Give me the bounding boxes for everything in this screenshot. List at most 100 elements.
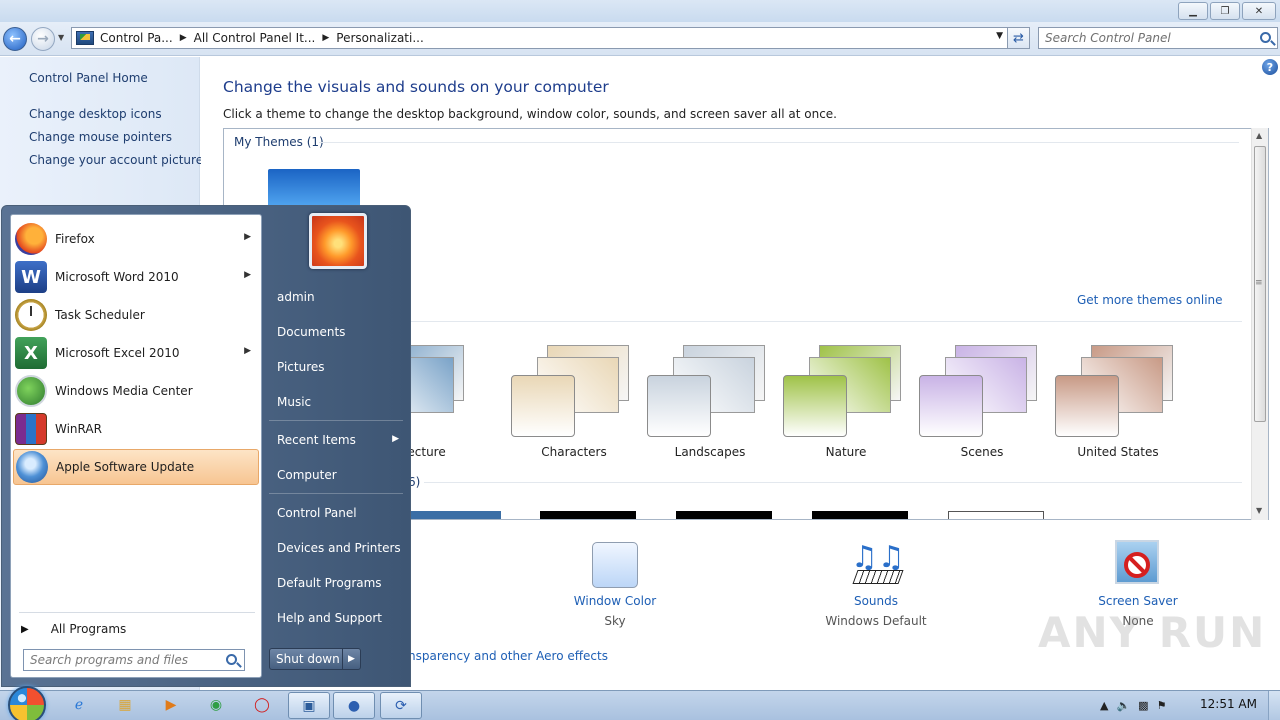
submenu-arrow-icon[interactable]: ▶ <box>244 270 251 280</box>
start-item-control-panel[interactable]: Control Panel <box>263 497 409 529</box>
breadcrumb-all-items[interactable]: All Control Panel It... <box>194 31 316 45</box>
get-more-themes-link[interactable]: Get more themes online <box>1077 293 1223 307</box>
basic-theme-thumbnail[interactable] <box>676 511 772 519</box>
search-input[interactable] <box>1045 31 1255 45</box>
start-item-devices-printers[interactable]: Devices and Printers <box>263 532 409 564</box>
theme-name: Scenes <box>960 445 1004 459</box>
change-desktop-icons-link[interactable]: Change desktop icons <box>29 107 162 121</box>
chrome-icon[interactable]: ◉ <box>204 694 228 716</box>
window-color-icon[interactable] <box>592 542 638 588</box>
scroll-down-icon[interactable]: ▼ <box>1256 506 1262 515</box>
start-item-default-programs[interactable]: Default Programs <box>263 567 409 599</box>
theme-characters[interactable]: Characters <box>511 343 641 473</box>
control-panel-taskbar-button[interactable]: ▣ <box>288 692 330 719</box>
media-player-icon[interactable]: ▶ <box>159 694 183 716</box>
submenu-arrow-icon[interactable]: ▶ <box>244 232 251 242</box>
start-item-recent-items[interactable]: Recent Items ▶ <box>263 424 409 456</box>
sounds-icon[interactable]: ♫♫ <box>851 540 905 588</box>
basic-theme-thumbnail[interactable] <box>812 511 908 519</box>
chevron-right-icon[interactable]: ▶ <box>180 33 187 43</box>
shutdown-button[interactable]: Shut down ▶ <box>269 648 361 670</box>
divider <box>19 612 255 613</box>
show-desktop-button[interactable] <box>1268 691 1280 720</box>
search-icon[interactable] <box>226 654 237 665</box>
recent-pages-dropdown-icon[interactable]: ▼ <box>58 33 64 42</box>
start-search-input[interactable] <box>30 653 222 667</box>
program-word[interactable]: W Microsoft Word 2010 ▶ <box>13 259 259 295</box>
shutdown-options-icon[interactable]: ▶ <box>342 649 360 669</box>
close-button[interactable]: ✕ <box>1242 2 1276 20</box>
sounds-link[interactable]: Sounds <box>796 594 956 608</box>
theme-nature[interactable]: Nature <box>783 343 913 473</box>
volume-icon[interactable]: 🔈 <box>1116 699 1130 712</box>
help-icon[interactable]: ? <box>1262 59 1278 75</box>
network-icon[interactable]: ▩ <box>1138 699 1148 712</box>
minimize-button[interactable]: ▁ <box>1178 2 1208 20</box>
forward-button[interactable]: → <box>31 27 55 51</box>
back-button[interactable]: ← <box>3 27 27 51</box>
basic-theme-thumbnail[interactable] <box>540 511 636 519</box>
show-hidden-icons-icon[interactable]: ▲ <box>1100 699 1108 712</box>
sync-taskbar-button[interactable]: ⟳ <box>380 692 422 719</box>
my-themes-header[interactable]: My Themes (1) <box>234 135 324 149</box>
start-item-help-support[interactable]: Help and Support <box>263 602 409 634</box>
control-panel-icon <box>76 31 94 45</box>
excel-icon: X <box>15 337 47 369</box>
start-item-admin[interactable]: admin <box>263 281 409 313</box>
basic-theme-thumbnail[interactable] <box>405 511 501 519</box>
theme-color-swatch <box>511 375 575 437</box>
program-task-scheduler[interactable]: Task Scheduler <box>13 297 259 333</box>
program-label: Apple Software Update <box>56 460 195 474</box>
basic-theme-thumbnail[interactable] <box>948 511 1044 519</box>
start-menu: Firefox ▶ W Microsoft Word 2010 ▶ Task S… <box>1 205 411 687</box>
maximize-button[interactable]: ❐ <box>1210 2 1240 20</box>
submenu-arrow-icon[interactable]: ▶ <box>392 434 399 444</box>
folder-icon[interactable]: ▦ <box>113 694 137 716</box>
control-panel-home-link[interactable]: Control Panel Home <box>29 71 148 85</box>
program-apple-software-update[interactable]: Apple Software Update <box>13 449 259 485</box>
start-item-pictures[interactable]: Pictures <box>263 351 409 383</box>
program-winrar[interactable]: WinRAR <box>13 411 259 447</box>
breadcrumb-control-panel[interactable]: Control Pa... <box>100 31 173 45</box>
start-item-music[interactable]: Music <box>263 386 409 418</box>
system-tray: ▲ 🔈 ▩ ⚑ <box>1100 694 1166 716</box>
window-color-link[interactable]: Window Color <box>535 594 695 608</box>
apple-update-taskbar-button[interactable]: ● <box>333 692 375 719</box>
themes-scrollbar[interactable]: ▲ ≡ ▼ <box>1251 128 1268 520</box>
user-account-picture[interactable] <box>309 213 367 269</box>
start-search-box[interactable] <box>23 649 245 671</box>
start-item-computer[interactable]: Computer <box>263 459 409 491</box>
chevron-right-icon[interactable]: ▶ <box>322 33 329 43</box>
program-media-center[interactable]: Windows Media Center <box>13 373 259 409</box>
anyrun-watermark: ANY RUN <box>1038 608 1267 657</box>
start-menu-programs-pane: Firefox ▶ W Microsoft Word 2010 ▶ Task S… <box>10 214 262 678</box>
breadcrumb-personalization[interactable]: Personalizati... <box>336 31 423 45</box>
theme-scenes[interactable]: Scenes <box>919 343 1049 473</box>
start-orb-icon[interactable] <box>8 686 46 720</box>
address-dropdown-icon[interactable]: ▼ <box>996 31 1003 41</box>
refresh-button[interactable]: ⇄ <box>1008 27 1030 49</box>
change-account-picture-link[interactable]: Change your account picture <box>29 153 203 167</box>
sounds-setting[interactable]: ♫♫ Sounds Windows Default <box>796 540 956 628</box>
unsaved-theme-thumbnail[interactable] <box>268 169 360 205</box>
action-center-flag-icon[interactable]: ⚑ <box>1157 699 1167 712</box>
theme-landscapes[interactable]: Landscapes <box>647 343 777 473</box>
clock[interactable]: 12:51 AM <box>1200 697 1257 711</box>
theme-name: Landscapes <box>674 445 746 459</box>
screen-saver-link[interactable]: Screen Saver <box>1058 594 1218 608</box>
window-color-setting[interactable]: Window Color Sky <box>535 540 695 628</box>
theme-united-states[interactable]: United States <box>1055 343 1185 473</box>
internet-explorer-icon[interactable]: ℯ <box>67 694 91 716</box>
search-icon[interactable] <box>1260 32 1271 43</box>
scroll-up-icon[interactable]: ▲ <box>1256 131 1262 140</box>
all-programs-button[interactable]: ▶ All Programs <box>13 616 259 642</box>
transparency-aero-link[interactable]: nsparency and other Aero effects <box>408 649 608 663</box>
program-excel[interactable]: X Microsoft Excel 2010 ▶ <box>13 335 259 371</box>
control-panel-search[interactable] <box>1038 27 1278 49</box>
start-item-documents[interactable]: Documents <box>263 316 409 348</box>
change-mouse-pointers-link[interactable]: Change mouse pointers <box>29 130 172 144</box>
submenu-arrow-icon[interactable]: ▶ <box>244 346 251 356</box>
program-firefox[interactable]: Firefox ▶ <box>13 221 259 257</box>
opera-icon[interactable]: ◯ <box>250 694 274 716</box>
address-bar[interactable]: Control Pa... ▶ All Control Panel It... … <box>71 27 1008 49</box>
